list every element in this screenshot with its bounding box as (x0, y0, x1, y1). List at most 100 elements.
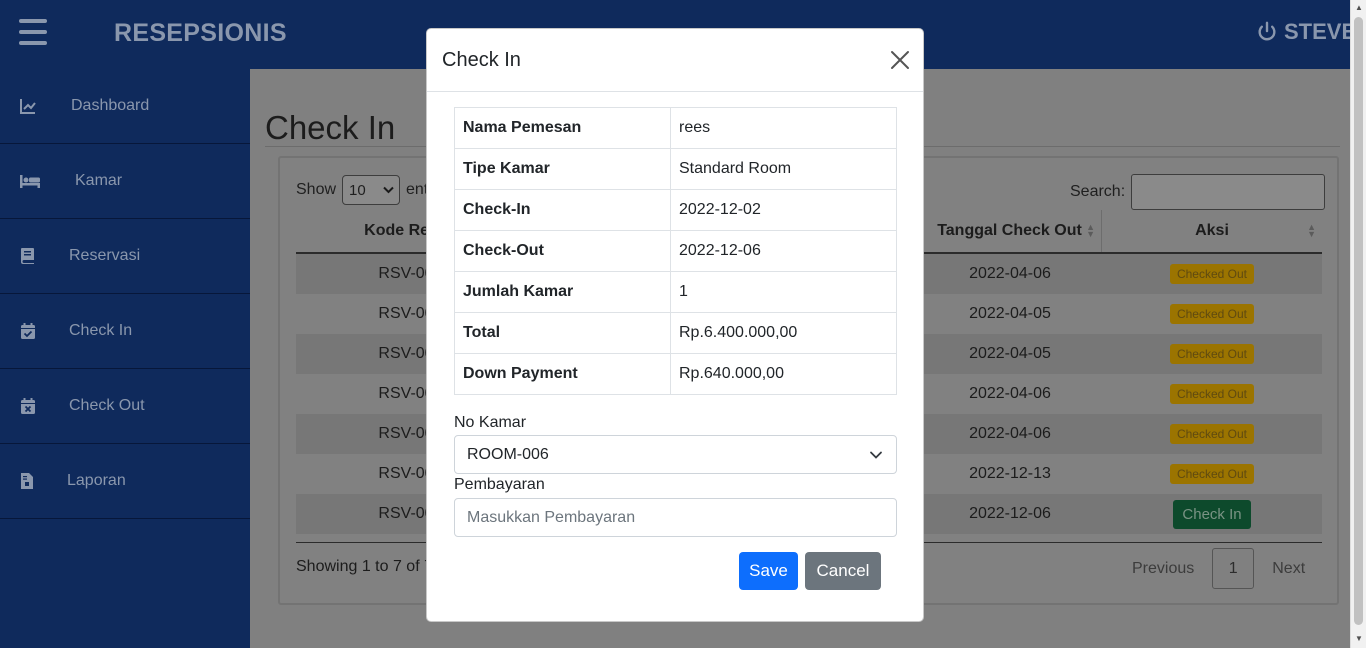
page-1-button[interactable]: 1 (1212, 548, 1255, 589)
scroll-up-arrow-icon[interactable]: ▲ (1355, 3, 1363, 12)
check-in-modal: Check In Nama Pemesan rees Tipe Kamar Stan… (426, 28, 924, 622)
sidebar-item-label: Laporan (67, 472, 126, 489)
user-name: STEVE (1284, 19, 1357, 44)
modal-header: Check In (427, 29, 923, 92)
detail-row: Jumlah Kamar 1 (454, 271, 897, 313)
detail-value: Rp.6.400.000,00 (670, 312, 897, 354)
check-in-button[interactable]: Check In (1173, 499, 1251, 529)
table-search-control: Search: (1070, 174, 1326, 210)
sidebar-item-check-out[interactable]: Check Out (0, 369, 250, 444)
cell-aksi: Checked Out (1102, 254, 1322, 294)
column-header-label: Tanggal Check Out (937, 222, 1082, 239)
table-info: Showing 1 to 7 of 7 (296, 558, 433, 575)
pagination: Previous 1 Next (1132, 548, 1305, 589)
page-title: Check In (265, 109, 396, 146)
brand-title: RESEPSIONIS (114, 19, 287, 47)
sidebar-item-label: Check In (69, 322, 133, 339)
detail-value: 2022-12-02 (670, 189, 897, 231)
pembayaran-label: Pembayaran (454, 476, 545, 493)
cell-aksi: Checked Out (1102, 414, 1322, 454)
save-button[interactable]: Save (739, 552, 798, 590)
detail-value: 2022-12-06 (670, 230, 897, 272)
sort-icon: ▲ ▼ (1086, 222, 1095, 239)
show-label: Show (296, 181, 337, 198)
detail-value: rees (670, 107, 897, 149)
cell-aksi: Checked Out (1102, 374, 1322, 414)
sidebar-item-check-in[interactable]: Check In (0, 294, 250, 369)
sidebar-item-label: Kamar (75, 172, 123, 189)
sidebar-item-laporan[interactable]: Laporan (0, 444, 250, 519)
cell-checkout: 2022-04-05 (969, 305, 1051, 322)
status-badge: Checked Out (1169, 464, 1255, 484)
cell-aksi: Check In (1102, 494, 1322, 534)
modal-title: Check In (442, 49, 521, 71)
search-label: Search: (1070, 183, 1126, 200)
status-badge: Checked Out (1169, 424, 1255, 444)
detail-value: Standard Room (670, 148, 897, 190)
sidebar-item-label: Reservasi (69, 247, 141, 264)
sidebar-item-label: Check Out (69, 397, 145, 414)
book-icon (21, 248, 34, 264)
status-badge: Checked Out (1169, 264, 1255, 284)
no-kamar-select[interactable]: ROOM-006 (454, 435, 897, 474)
detail-row: Tipe Kamar Standard Room (454, 148, 897, 190)
detail-row: Check-In 2022-12-02 (454, 189, 897, 231)
cancel-button[interactable]: Cancel (805, 552, 881, 590)
sort-icon: ▲ ▼ (1307, 222, 1316, 239)
scrollbar-thumb[interactable] (1354, 17, 1363, 625)
menu-toggle-icon[interactable] (19, 19, 47, 45)
detail-value: Rp.640.000,00 (670, 353, 897, 395)
detail-value: 1 (670, 271, 897, 313)
entries-length-control: Show 10 entri (296, 175, 437, 205)
column-header-aksi[interactable]: Aksi ▲ ▼ (1102, 210, 1322, 252)
sidebar-item-label: Dashboard (71, 97, 150, 114)
calendar-x-icon (21, 398, 35, 414)
sidebar-item-kamar[interactable]: Kamar (0, 144, 250, 219)
detail-key: Down Payment (454, 353, 671, 395)
sidebar-item-reservasi[interactable]: Reservasi (0, 219, 250, 294)
detail-key: Jumlah Kamar (454, 271, 671, 313)
table-search-input[interactable] (1131, 174, 1326, 210)
booking-details-table: Nama Pemesan rees Tipe Kamar Standard Room… (454, 107, 897, 395)
sidebar: Dashboard Kamar Reservasi Check In Check… (0, 69, 250, 648)
detail-row: Total Rp.6.400.000,00 (454, 312, 897, 354)
status-badge: Checked Out (1169, 304, 1255, 324)
chart-line-icon (20, 99, 36, 114)
no-kamar-select-value: ROOM-006 (467, 445, 549, 463)
detail-key: Check-In (454, 189, 671, 231)
detail-key: Nama Pemesan (454, 107, 671, 149)
detail-row: Down Payment Rp.640.000,00 (454, 353, 897, 395)
detail-key: Tipe Kamar (454, 148, 671, 190)
close-icon[interactable] (889, 49, 911, 71)
cell-checkout: 2022-12-06 (969, 505, 1051, 522)
detail-key: Total (454, 312, 671, 354)
user-menu[interactable]: STEVE (1256, 19, 1356, 45)
next-page-button[interactable]: Next (1272, 560, 1305, 578)
detail-row: Check-Out 2022-12-06 (454, 230, 897, 272)
pembayaran-input[interactable] (454, 498, 897, 537)
no-kamar-label: No Kamar (454, 414, 527, 431)
detail-row: Nama Pemesan rees (454, 107, 897, 149)
scroll-down-arrow-icon[interactable]: ▼ (1355, 634, 1363, 643)
column-header-tanggal-checkout[interactable]: Tanggal Check Out ▲ ▼ (918, 210, 1102, 252)
cell-checkout: 2022-04-05 (969, 345, 1051, 362)
previous-page-button[interactable]: Previous (1132, 560, 1194, 578)
cell-checkout: 2022-04-06 (969, 425, 1051, 442)
cell-aksi: Checked Out (1102, 454, 1322, 494)
cell-checkout: 2022-04-06 (969, 265, 1051, 282)
status-badge: Checked Out (1169, 384, 1255, 404)
window-scrollbar[interactable]: ▲ ▼ (1350, 0, 1366, 648)
detail-key: Check-Out (454, 230, 671, 272)
power-icon (1258, 21, 1276, 41)
column-header-label: Aksi (1195, 222, 1229, 239)
file-invoice-icon (21, 473, 33, 489)
cell-checkout: 2022-12-13 (969, 465, 1051, 482)
entries-select[interactable]: 10 (342, 175, 401, 205)
calendar-check-icon (21, 323, 35, 339)
chevron-down-icon (383, 186, 394, 194)
status-badge: Checked Out (1169, 344, 1255, 364)
cell-aksi: Checked Out (1102, 334, 1322, 374)
sidebar-item-dashboard[interactable]: Dashboard (0, 69, 250, 144)
entries-select-value: 10 (349, 181, 366, 199)
cell-checkout: 2022-04-06 (969, 385, 1051, 402)
